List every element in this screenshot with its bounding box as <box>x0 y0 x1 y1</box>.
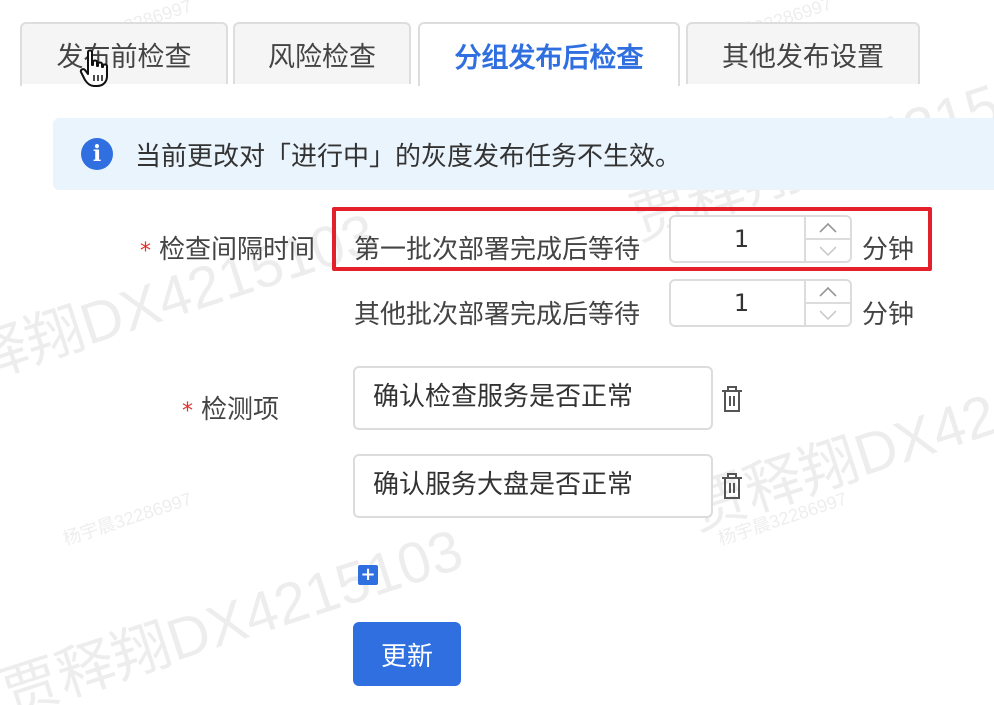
interval-label-text: 检查间隔时间 <box>159 235 316 265</box>
watermark: 贾释翔DX4215 <box>681 362 994 543</box>
check-item-input[interactable]: 确认检查服务是否正常 <box>353 366 713 430</box>
other-batch-wait-input[interactable]: 1 <box>669 279 852 327</box>
increment-button[interactable] <box>806 217 850 240</box>
first-batch-wait-value[interactable]: 1 <box>671 217 804 261</box>
info-icon: i <box>81 138 113 170</box>
stepper-controls <box>804 217 850 261</box>
tab-post-group-release-check[interactable]: 分组发布后检查 <box>418 22 680 86</box>
first-batch-unit: 分钟 <box>862 235 915 265</box>
chevron-up-icon <box>819 286 837 297</box>
tab-risk-check[interactable]: 风险检查 <box>233 22 411 84</box>
first-batch-wait-input[interactable]: 1 <box>669 215 852 263</box>
tab-label: 其他发布设置 <box>722 41 884 73</box>
check-items-label-text: 检测项 <box>201 395 280 425</box>
check-item-input[interactable]: 确认服务大盘是否正常 <box>353 454 713 518</box>
delete-icon[interactable] <box>718 472 746 502</box>
other-batch-wait-value[interactable]: 1 <box>671 281 804 325</box>
settings-tabs: 发布前检查 风险检查 分组发布后检查 其他发布设置 <box>20 22 994 86</box>
chevron-down-icon <box>819 309 837 320</box>
info-alert: i 当前更改对「进行中」的灰度发布任务不生效。 <box>53 118 994 190</box>
tab-divider <box>20 84 22 86</box>
required-mark: * <box>140 239 151 264</box>
tab-label: 风险检查 <box>268 41 376 73</box>
release-settings-page: 贾释翔DX421510 释翔DX4215103 贾释翔DX4215 贾释翔DX4… <box>0 0 994 705</box>
decrement-button[interactable] <box>806 304 850 325</box>
hand-cursor-icon <box>79 49 108 87</box>
chevron-up-icon <box>819 222 837 233</box>
delete-icon[interactable] <box>718 385 746 415</box>
other-batch-unit: 分钟 <box>862 300 915 330</box>
tab-pre-release-check[interactable]: 发布前检查 <box>20 22 228 84</box>
stepper-controls <box>804 281 850 325</box>
tab-label: 发布前检查 <box>56 41 192 73</box>
other-batch-text: 其他批次部署完成后等待 <box>354 300 641 330</box>
alert-message: 当前更改对「进行中」的灰度发布任务不生效。 <box>135 141 682 172</box>
watermark: 杨宇晨32286997 <box>60 488 195 550</box>
required-mark: * <box>182 399 193 424</box>
watermark: 释翔DX4215103 <box>0 201 384 394</box>
chevron-down-icon <box>819 245 837 256</box>
tab-label: 分组发布后检查 <box>454 42 644 74</box>
decrement-button[interactable] <box>806 240 850 261</box>
increment-button[interactable] <box>806 281 850 304</box>
interval-label: * 检查间隔时间 <box>140 229 315 266</box>
update-button[interactable]: 更新 <box>353 622 461 686</box>
add-check-item-button[interactable]: + <box>358 565 378 585</box>
first-batch-text: 第一批次部署完成后等待 <box>354 235 641 265</box>
check-items-label: * 检测项 <box>182 389 279 426</box>
tab-other-release-settings[interactable]: 其他发布设置 <box>686 22 920 84</box>
